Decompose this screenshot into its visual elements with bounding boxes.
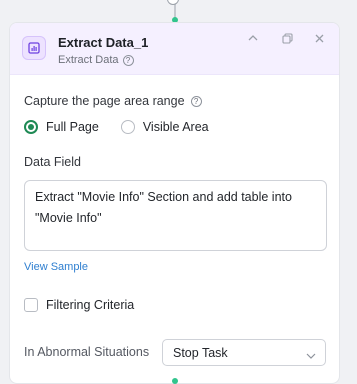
- collapse-chevron-up-icon[interactable]: [246, 31, 260, 45]
- connector-dot-bottom[interactable]: [172, 378, 178, 384]
- help-icon[interactable]: ?: [190, 95, 202, 107]
- radio-label: Full Page: [46, 120, 99, 134]
- node-title: Extract Data_1: [58, 35, 149, 50]
- help-icon[interactable]: ?: [122, 54, 134, 66]
- copy-icon[interactable]: [280, 31, 294, 45]
- filtering-label: Filtering Criteria: [46, 298, 135, 312]
- capture-range-label: Capture the page area range ?: [24, 94, 202, 108]
- node-subtitle: Extract Data ?: [58, 54, 134, 66]
- close-icon[interactable]: [312, 31, 326, 45]
- capture-range-text: Capture the page area range: [24, 94, 185, 108]
- radio-label: Visible Area: [142, 120, 209, 134]
- data-field-label: Data Field: [24, 155, 81, 169]
- node-type-label: Extract Data: [58, 54, 119, 66]
- connector-handle[interactable]: [167, 0, 179, 5]
- chevron-down-icon: [306, 348, 316, 362]
- radio-button[interactable]: [120, 120, 135, 134]
- radio-visible-area[interactable]: Visible Area: [120, 120, 209, 134]
- select-value: Stop Task: [173, 345, 228, 360]
- extract-data-node-card: Extract Data_1 Extract Data ? Capture th…: [9, 22, 340, 384]
- abnormal-situation-select[interactable]: Stop Task: [162, 339, 326, 366]
- view-sample-link[interactable]: View Sample: [24, 261, 88, 273]
- filtering-criteria-option[interactable]: Filtering Criteria: [24, 298, 134, 312]
- radio-full-page[interactable]: Full Page: [24, 120, 99, 134]
- radio-button-checked[interactable]: [24, 120, 38, 134]
- bar-chart-icon: [22, 36, 46, 60]
- filtering-checkbox[interactable]: [24, 298, 38, 312]
- capture-range-radio-group: Full Page Visible Area: [24, 120, 231, 134]
- node-header: Extract Data_1 Extract Data ?: [10, 23, 339, 75]
- abnormal-situations-label: In Abnormal Situations: [24, 345, 150, 359]
- data-field-textarea[interactable]: Extract "Movie Info" Section and add tab…: [24, 180, 327, 251]
